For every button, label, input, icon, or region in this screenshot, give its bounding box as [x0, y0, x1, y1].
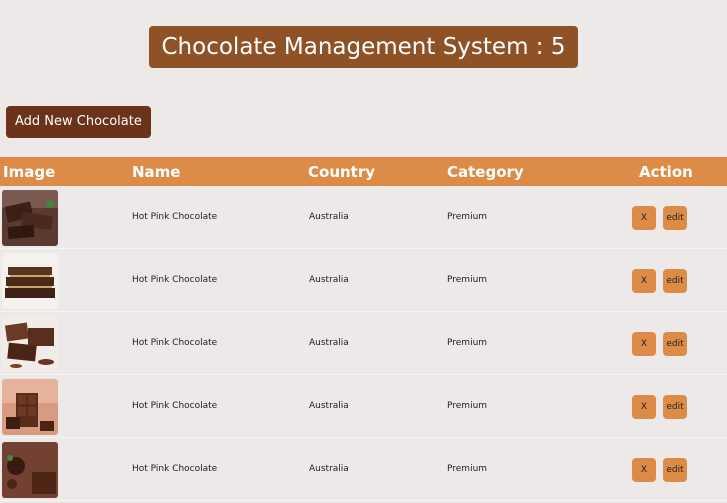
- edit-button[interactable]: edit: [663, 332, 687, 356]
- table-row: Hot Pink Chocolate Australia Premium X e…: [0, 249, 727, 312]
- chocolate-name: Hot Pink Chocolate: [132, 212, 218, 222]
- chocolate-name: Hot Pink Chocolate: [132, 401, 218, 411]
- table-row: Hot Pink Chocolate Australia Premium X e…: [0, 375, 727, 438]
- chocolate-image: [2, 442, 58, 498]
- chocolate-category: Premium: [447, 212, 488, 222]
- delete-button[interactable]: X: [632, 269, 656, 293]
- chocolate-table: Image Name Country Category Action Hot P…: [0, 157, 727, 501]
- chocolate-category: Premium: [447, 275, 488, 285]
- edit-button[interactable]: edit: [663, 395, 687, 419]
- chocolate-name: Hot Pink Chocolate: [132, 338, 218, 348]
- chocolate-category: Premium: [447, 464, 488, 474]
- title-container: Chocolate Management System : 5: [0, 26, 727, 68]
- chocolate-category: Premium: [447, 401, 488, 411]
- column-header-image: Image: [3, 163, 56, 181]
- chocolate-category: Premium: [447, 338, 488, 348]
- table-row: Hot Pink Chocolate Australia Premium X e…: [0, 186, 727, 249]
- edit-button[interactable]: edit: [663, 206, 687, 230]
- chocolate-image: [2, 190, 58, 246]
- chocolate-country: Australia: [309, 275, 349, 285]
- delete-button[interactable]: X: [632, 458, 656, 482]
- column-header-action: Action: [639, 163, 693, 181]
- edit-button[interactable]: edit: [663, 458, 687, 482]
- delete-button[interactable]: X: [632, 206, 656, 230]
- table-row: Hot Pink Chocolate Australia Premium X e…: [0, 438, 727, 501]
- chocolate-image: [2, 379, 58, 435]
- column-header-category: Category: [447, 163, 524, 181]
- delete-button[interactable]: X: [632, 332, 656, 356]
- table-row: Hot Pink Chocolate Australia Premium X e…: [0, 312, 727, 375]
- chocolate-management-page: Chocolate Management System : 5 Add New …: [0, 0, 727, 503]
- column-header-name: Name: [132, 163, 181, 181]
- delete-button[interactable]: X: [632, 395, 656, 419]
- table-header: Image Name Country Category Action: [0, 157, 727, 186]
- chocolate-name: Hot Pink Chocolate: [132, 275, 218, 285]
- column-header-country: Country: [308, 163, 376, 181]
- chocolate-name: Hot Pink Chocolate: [132, 464, 218, 474]
- chocolate-country: Australia: [309, 338, 349, 348]
- edit-button[interactable]: edit: [663, 269, 687, 293]
- page-title: Chocolate Management System : 5: [148, 26, 579, 68]
- chocolate-country: Australia: [309, 401, 349, 411]
- chocolate-image: [2, 253, 58, 309]
- chocolate-image: [2, 316, 58, 372]
- chocolate-country: Australia: [309, 464, 349, 474]
- add-new-chocolate-button[interactable]: Add New Chocolate: [6, 106, 151, 138]
- chocolate-country: Australia: [309, 212, 349, 222]
